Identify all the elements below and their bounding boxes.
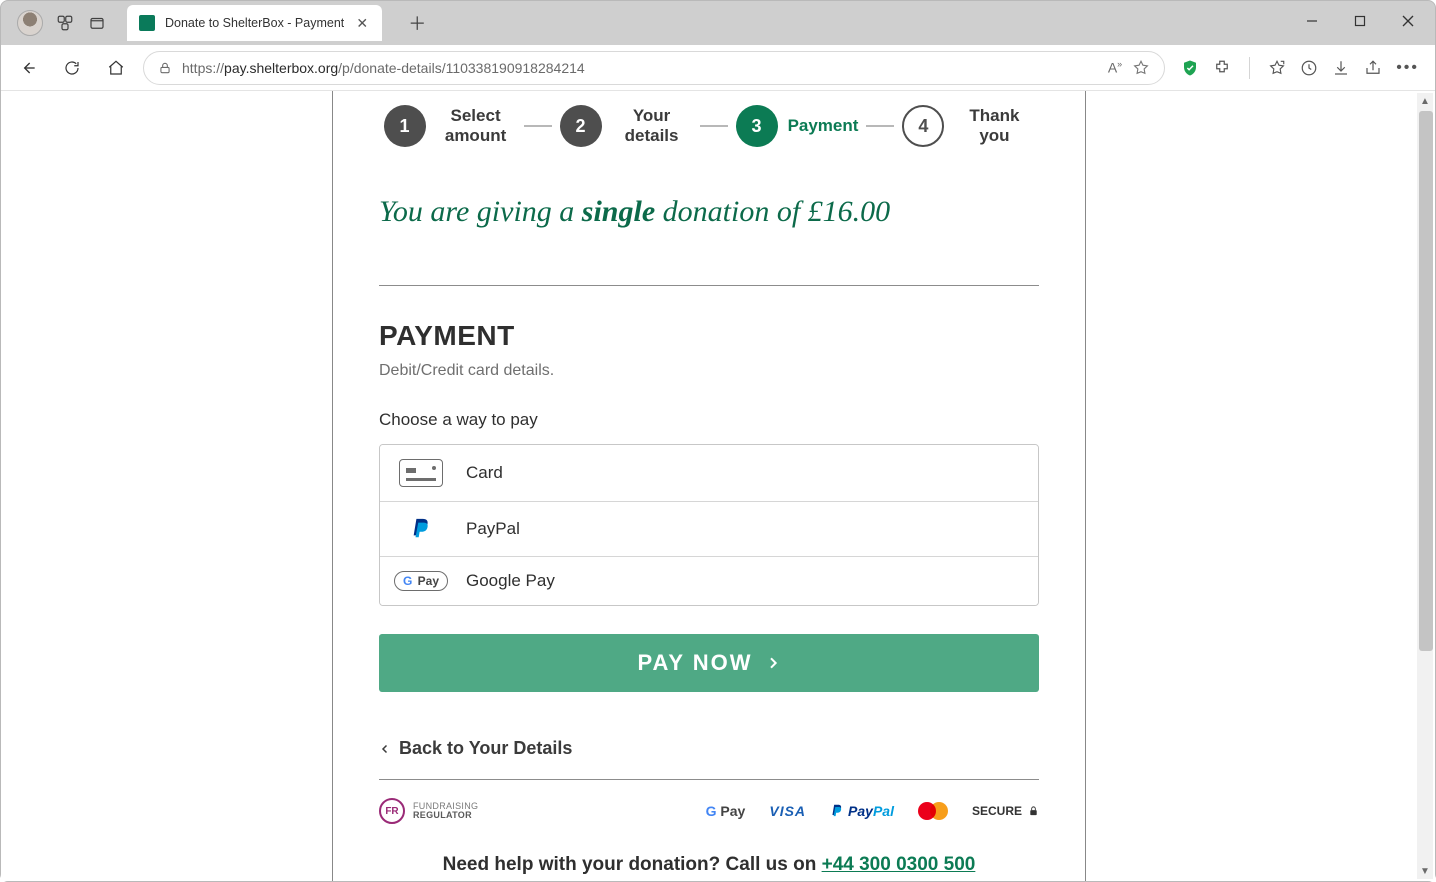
toolbar: https://pay.shelterbox.org/p/donate-deta…: [1, 45, 1435, 91]
payment-subheading: Debit/Credit card details.: [379, 362, 1039, 380]
fr-text: FUNDRAISING REGULATOR: [413, 802, 478, 820]
fr-text-bottom: REGULATOR: [413, 811, 478, 820]
progress-stepper: 1 Select amount 2 Your details 3 Payment: [379, 105, 1039, 147]
payment-options: Card PayPal G Pay Google Pay: [379, 444, 1039, 606]
chevron-right-icon: [765, 655, 781, 671]
share-icon[interactable]: [1364, 59, 1382, 77]
paypal-icon: [398, 516, 444, 542]
favorite-icon[interactable]: [1132, 59, 1150, 77]
step-4-label: Thank you: [954, 106, 1034, 145]
option-card-label: Card: [466, 463, 503, 483]
option-gpay[interactable]: G Pay Google Pay: [380, 556, 1038, 605]
window-controls: [1289, 5, 1431, 37]
content-card: 1 Select amount 2 Your details 3 Payment: [332, 91, 1086, 881]
url-scheme: https://: [182, 60, 224, 76]
page: 1 Select amount 2 Your details 3 Payment: [1, 91, 1417, 881]
step-3-label: Payment: [788, 116, 859, 136]
favorites-icon[interactable]: [1268, 59, 1286, 77]
payment-heading: PAYMENT: [379, 320, 1039, 352]
gpay-logo: G Pay: [706, 803, 746, 819]
scroll-thumb[interactable]: [1419, 111, 1433, 651]
step-3-number: 3: [736, 105, 778, 147]
read-aloud-icon[interactable]: A»: [1108, 59, 1122, 76]
step-3: 3 Payment: [736, 105, 859, 147]
url-host: pay.shelterbox.org: [224, 60, 338, 76]
step-1-label: Select amount: [436, 106, 516, 145]
option-paypal-label: PayPal: [466, 519, 520, 539]
summary-pre: You are giving a: [379, 195, 582, 228]
gpay-icon: G Pay: [398, 571, 444, 591]
divider: [379, 779, 1039, 780]
scroll-up-arrow[interactable]: ▲: [1417, 93, 1433, 109]
refresh-button[interactable]: [55, 51, 89, 85]
back-button[interactable]: [11, 51, 45, 85]
step-divider: [700, 125, 728, 127]
browser-tab[interactable]: Donate to ShelterBox - Payment ✕: [127, 5, 382, 41]
option-gpay-label: Google Pay: [466, 571, 555, 591]
pay-now-button[interactable]: PAY NOW: [379, 634, 1039, 692]
tab-actions-icon[interactable]: [87, 13, 107, 33]
extensions-icon[interactable]: [1213, 59, 1231, 77]
history-icon[interactable]: [1300, 59, 1318, 77]
help-text: Need help with your donation? Call us on…: [379, 854, 1039, 876]
workspaces-icon[interactable]: [55, 13, 75, 33]
secure-label: SECURE: [972, 804, 1022, 818]
profile-avatar[interactable]: [17, 10, 43, 36]
close-window-button[interactable]: [1385, 5, 1431, 37]
donation-summary: You are giving a single donation of £16.…: [379, 195, 1039, 229]
pay-now-label: PAY NOW: [637, 650, 752, 676]
footer-row: FR FUNDRAISING REGULATOR G Pay VISA PayP…: [379, 798, 1039, 824]
home-button[interactable]: [99, 51, 133, 85]
chevron-left-icon: [379, 742, 391, 756]
summary-post: donation of £16.00: [655, 195, 890, 228]
address-bar[interactable]: https://pay.shelterbox.org/p/donate-deta…: [143, 51, 1165, 85]
option-card[interactable]: Card: [380, 445, 1038, 501]
step-2: 2 Your details: [560, 105, 692, 147]
titlebar-left: Donate to ShelterBox - Payment ✕ ＋: [9, 1, 434, 45]
summary-type: single: [582, 195, 655, 228]
url-text: https://pay.shelterbox.org/p/donate-deta…: [182, 60, 1098, 76]
back-link-label: Back to Your Details: [399, 738, 572, 759]
url-path: /p/donate-details/110338190918284214: [338, 60, 585, 76]
option-paypal[interactable]: PayPal: [380, 501, 1038, 556]
tracking-shield-icon[interactable]: [1181, 59, 1199, 77]
step-1: 1 Select amount: [384, 105, 516, 147]
fundraising-regulator-badge: FR FUNDRAISING REGULATOR: [379, 798, 478, 824]
scroll-down-arrow[interactable]: ▼: [1417, 863, 1433, 879]
new-tab-button[interactable]: ＋: [400, 6, 434, 40]
step-divider: [866, 125, 894, 127]
toolbar-divider: [1249, 57, 1250, 79]
help-pre: Need help with your donation? Call us on: [443, 854, 822, 875]
favicon-icon: [139, 15, 155, 31]
payment-logos: G Pay VISA PayPal SECURE: [706, 801, 1039, 821]
card-icon: [398, 459, 444, 487]
step-2-label: Your details: [612, 106, 692, 145]
step-1-number: 1: [384, 105, 426, 147]
paypal-logo: PayPal: [830, 803, 894, 819]
back-link[interactable]: Back to Your Details: [379, 738, 1039, 759]
secure-badge: SECURE: [972, 804, 1039, 818]
viewport: 1 Select amount 2 Your details 3 Payment: [1, 91, 1435, 881]
step-4: 4 Thank you: [902, 105, 1034, 147]
titlebar: Donate to ShelterBox - Payment ✕ ＋: [1, 1, 1435, 45]
step-2-number: 2: [560, 105, 602, 147]
maximize-button[interactable]: [1337, 5, 1383, 37]
toolbar-right: •••: [1175, 57, 1425, 79]
step-divider: [524, 125, 552, 127]
lock-icon: [158, 61, 172, 75]
choose-label: Choose a way to pay: [379, 410, 1039, 430]
divider: [379, 285, 1039, 286]
more-icon[interactable]: •••: [1396, 59, 1419, 77]
fr-icon: FR: [379, 798, 405, 824]
tab-title: Donate to ShelterBox - Payment: [165, 16, 344, 30]
step-4-number: 4: [902, 105, 944, 147]
minimize-button[interactable]: [1289, 5, 1335, 37]
browser-window: Donate to ShelterBox - Payment ✕ ＋ https…: [0, 0, 1436, 882]
tab-close-button[interactable]: ✕: [354, 15, 370, 31]
mastercard-logo: [918, 801, 948, 821]
help-phone-link[interactable]: +44 300 0300 500: [822, 854, 976, 875]
visa-logo: VISA: [769, 803, 806, 819]
downloads-icon[interactable]: [1332, 59, 1350, 77]
